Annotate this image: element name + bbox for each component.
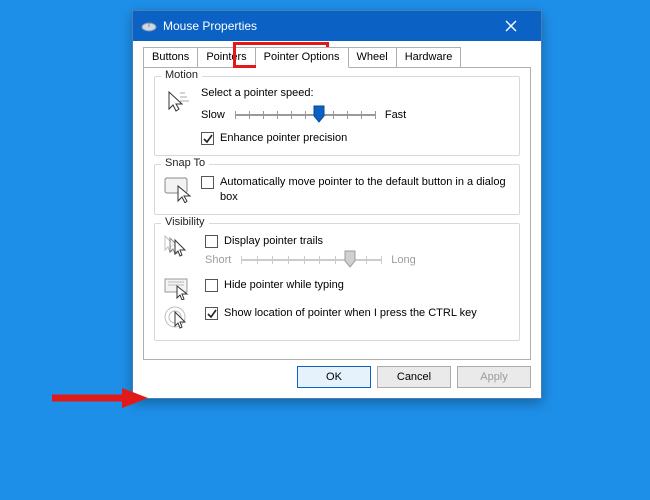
group-visibility-title: Visibility xyxy=(161,216,209,228)
hide-typing-row: Hide pointer while typing xyxy=(163,278,509,300)
ctrl-locate-check-row[interactable]: Show location of pointer when I press th… xyxy=(205,306,509,320)
ctrl-locate-row: Show location of pointer when I press th… xyxy=(163,306,509,330)
trails-label: Display pointer trails xyxy=(224,234,323,248)
snap-content: Automatically move pointer to the defaul… xyxy=(201,175,509,204)
speed-fast-label: Fast xyxy=(385,109,406,121)
close-icon xyxy=(505,20,517,32)
titlebar: Mouse Properties xyxy=(133,11,541,41)
mouse-properties-window: Mouse Properties Buttons Pointers Pointe… xyxy=(132,10,542,399)
tab-buttons[interactable]: Buttons xyxy=(143,47,198,67)
ctrl-locate-icon xyxy=(163,306,193,330)
ctrl-locate-checkbox[interactable] xyxy=(205,307,218,320)
enhance-precision-row[interactable]: Enhance pointer precision xyxy=(201,131,509,145)
speed-slow-label: Slow xyxy=(201,109,225,121)
motion-content: Select a pointer speed: Slow Fast Enhanc… xyxy=(201,87,509,145)
tab-hardware[interactable]: Hardware xyxy=(397,47,462,67)
speed-slider-row: Slow Fast xyxy=(201,105,509,125)
motion-label: Select a pointer speed: xyxy=(201,87,509,99)
check-icon xyxy=(207,309,217,319)
enhance-precision-checkbox[interactable] xyxy=(201,132,214,145)
trails-short-label: Short xyxy=(205,254,231,266)
enhance-precision-label: Enhance pointer precision xyxy=(220,131,347,145)
dialog-actions: OK Cancel Apply xyxy=(143,366,531,388)
pointer-speed-slider[interactable] xyxy=(235,105,375,125)
apply-button[interactable]: Apply xyxy=(457,366,531,388)
cursor-speed-icon xyxy=(163,87,193,115)
window-title: Mouse Properties xyxy=(163,19,489,33)
mouse-icon xyxy=(141,21,157,31)
close-button[interactable] xyxy=(489,11,533,41)
snap-to-label: Automatically move pointer to the defaul… xyxy=(220,175,509,204)
ok-button[interactable]: OK xyxy=(297,366,371,388)
hide-typing-checkbox[interactable] xyxy=(205,279,218,292)
hide-typing-icon xyxy=(163,278,193,300)
check-icon xyxy=(203,134,213,144)
tab-pointers[interactable]: Pointers xyxy=(198,47,255,67)
trails-content: Display pointer trails Short Long xyxy=(205,234,509,272)
trails-row: Display pointer trails Short Long xyxy=(163,234,509,272)
snap-to-icon xyxy=(163,175,193,203)
group-snap-to: Snap To Automatically move pointer to th… xyxy=(154,164,520,215)
tab-pointer-options[interactable]: Pointer Options xyxy=(256,47,349,68)
dialog-body: Buttons Pointers Pointer Options Wheel H… xyxy=(133,41,541,398)
trails-long-label: Long xyxy=(391,254,415,266)
trails-length-slider xyxy=(241,250,381,270)
pointer-trails-icon xyxy=(163,234,193,258)
tab-panel: Motion Select a pointer speed: Slow Fast xyxy=(143,67,531,360)
ctrl-locate-label: Show location of pointer when I press th… xyxy=(224,306,477,320)
tab-wheel[interactable]: Wheel xyxy=(349,47,397,67)
snap-to-row[interactable]: Automatically move pointer to the defaul… xyxy=(201,175,509,204)
trails-slider-row: Short Long xyxy=(205,250,509,270)
cancel-button[interactable]: Cancel xyxy=(377,366,451,388)
group-motion: Motion Select a pointer speed: Slow Fast xyxy=(154,76,520,156)
group-visibility: Visibility Display pointer trails xyxy=(154,223,520,341)
tab-strip: Buttons Pointers Pointer Options Wheel H… xyxy=(143,47,531,67)
snap-to-checkbox[interactable] xyxy=(201,176,214,189)
trails-checkbox[interactable] xyxy=(205,235,218,248)
group-snap-title: Snap To xyxy=(161,157,209,169)
hide-typing-label: Hide pointer while typing xyxy=(224,278,344,292)
hide-typing-check-row[interactable]: Hide pointer while typing xyxy=(205,278,509,292)
trails-check-row[interactable]: Display pointer trails xyxy=(205,234,509,248)
visibility-rows: Display pointer trails Short Long xyxy=(163,234,509,330)
group-motion-title: Motion xyxy=(161,69,202,81)
